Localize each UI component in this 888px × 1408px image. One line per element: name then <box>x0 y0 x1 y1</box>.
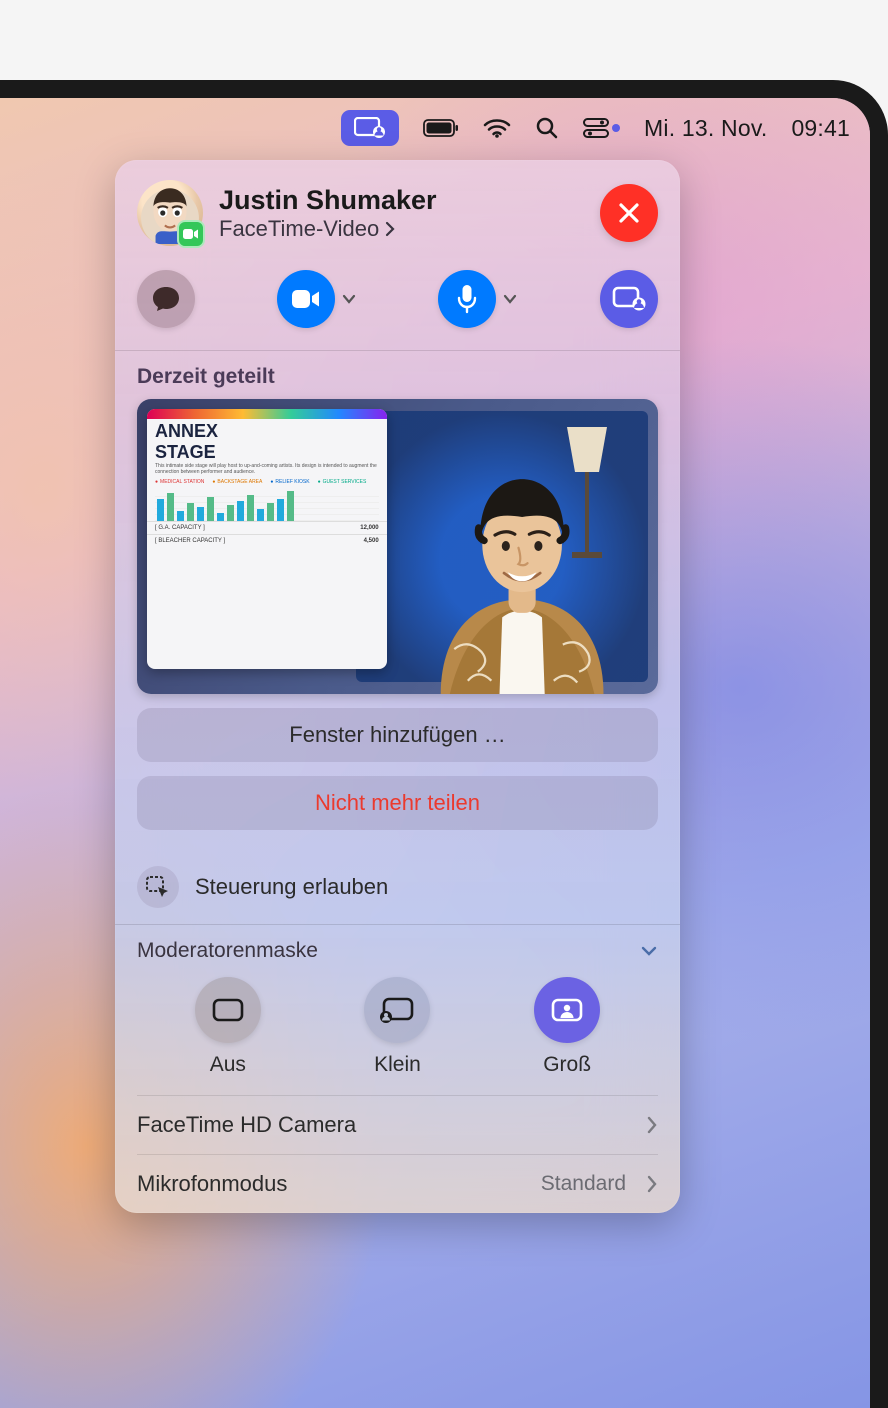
control-center-dot-icon <box>612 124 620 132</box>
add-window-button[interactable]: Fenster hinzufügen … <box>137 708 658 762</box>
stop-sharing-button[interactable]: Nicht mehr teilen <box>137 776 658 830</box>
presenter-mask-header[interactable]: Moderatorenmaske <box>115 925 680 969</box>
menubar-time[interactable]: 09:41 <box>791 115 850 142</box>
stop-sharing-label: Nicht mehr teilen <box>315 790 480 816</box>
camera-label: FaceTime HD Camera <box>137 1112 356 1138</box>
caller-name: Justin Shumaker <box>219 185 584 216</box>
chevron-right-icon <box>385 221 395 237</box>
call-header: Justin Shumaker FaceTime-Video <box>115 160 680 260</box>
mask-option-small[interactable]: Klein <box>364 977 430 1077</box>
video-icon <box>291 288 321 310</box>
mask-large-icon <box>550 997 584 1023</box>
screenshare-button[interactable] <box>600 270 658 328</box>
mic-options-button[interactable] <box>502 293 518 305</box>
facetime-badge-icon <box>177 220 205 248</box>
avatar[interactable] <box>137 180 203 246</box>
camera-setting-row[interactable]: FaceTime HD Camera <box>115 1096 680 1154</box>
allow-control-button[interactable]: Steuerung erlauben <box>115 850 680 924</box>
chevron-right-icon <box>646 1174 658 1194</box>
add-window-label: Fenster hinzufügen … <box>289 722 505 748</box>
microphone-icon <box>457 284 477 314</box>
sharing-section: Derzeit geteilt ANNEX STAGE This intimat… <box>115 351 680 850</box>
mask-option-large[interactable]: Groß <box>534 977 600 1077</box>
presenter-mask-title: Moderatorenmaske <box>137 939 318 963</box>
mask-off-icon <box>211 997 245 1023</box>
call-type-label: FaceTime-Video <box>219 216 379 242</box>
screenshare-indicator[interactable] <box>341 110 399 146</box>
messages-button[interactable] <box>137 270 195 328</box>
end-call-button[interactable] <box>600 184 658 242</box>
battery-icon[interactable] <box>423 119 459 137</box>
control-center-icon[interactable] <box>583 118 620 138</box>
mic-mode-value: Standard <box>541 1172 626 1196</box>
mask-small-label: Klein <box>374 1053 421 1077</box>
sharing-preview[interactable]: ANNEX STAGE This intimate side stage wil… <box>137 399 658 694</box>
mask-off-label: Aus <box>210 1053 246 1077</box>
menubar: Mi. 13. Nov. 09:41 <box>0 103 870 153</box>
mic-mode-label: Mikrofonmodus <box>137 1171 287 1197</box>
mask-large-label: Groß <box>543 1053 591 1077</box>
presenter-image <box>366 423 658 694</box>
video-options-button[interactable] <box>341 293 357 305</box>
allow-control-label: Steuerung erlauben <box>195 874 388 900</box>
spotlight-icon[interactable] <box>535 116 559 140</box>
mask-small-icon <box>379 996 415 1024</box>
mic-button[interactable] <box>438 270 496 328</box>
call-controls <box>115 260 680 350</box>
call-type-link[interactable]: FaceTime-Video <box>219 216 584 242</box>
sharing-title: Derzeit geteilt <box>137 365 658 389</box>
wifi-icon[interactable] <box>483 118 511 138</box>
screenshare-icon <box>354 117 386 139</box>
device-frame: Mi. 13. Nov. 09:41 <box>0 80 888 1408</box>
mic-mode-setting-row[interactable]: Mikrofonmodus Standard <box>115 1155 680 1213</box>
chevron-right-icon <box>646 1115 658 1135</box>
chevron-down-icon <box>640 945 658 957</box>
presenter-mask-options: Aus Klein <box>115 969 680 1095</box>
facetime-panel: Justin Shumaker FaceTime-Video <box>115 160 680 1213</box>
screenshare-icon <box>612 286 646 312</box>
mask-option-off[interactable]: Aus <box>195 977 261 1077</box>
allow-control-icon <box>137 866 179 908</box>
close-icon <box>616 200 642 226</box>
menubar-date[interactable]: Mi. 13. Nov. <box>644 115 767 142</box>
speech-bubble-icon <box>151 285 181 313</box>
video-button[interactable] <box>277 270 335 328</box>
